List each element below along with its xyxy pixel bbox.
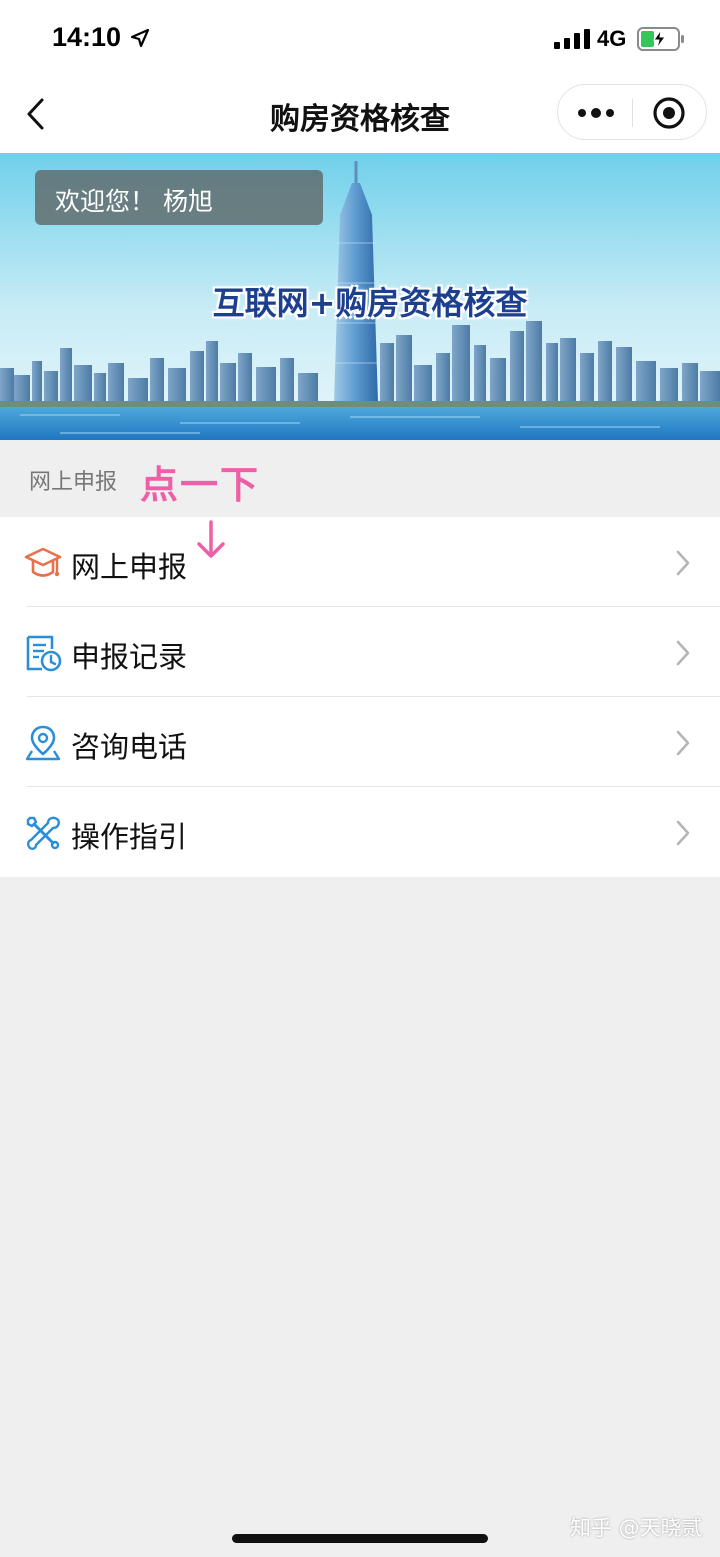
- menu-item-operation-guide[interactable]: 操作指引: [0, 787, 720, 877]
- nav-bar: 购房资格核查: [0, 76, 720, 153]
- menu-item-label: 申报记录: [71, 640, 188, 674]
- menu-item-online-application[interactable]: 网上申报: [0, 517, 720, 607]
- more-dots-icon[interactable]: [574, 99, 618, 127]
- menu-item-hotline[interactable]: 咨询电话: [0, 697, 720, 787]
- capsule-divider: [632, 99, 633, 127]
- signal-icon: [554, 29, 590, 49]
- banner-title: 互联网+购房资格核查: [212, 284, 528, 322]
- status-bar: 14:10 4G: [0, 0, 720, 76]
- watermark: 知乎 @天晓贰: [570, 1516, 703, 1540]
- record-document-icon: [26, 635, 62, 672]
- chevron-right-icon: [676, 550, 690, 576]
- location-pin-icon: [25, 725, 61, 761]
- tools-icon: [26, 816, 60, 850]
- section-title: 网上申报: [29, 470, 118, 495]
- chevron-right-icon: [676, 820, 690, 846]
- welcome-text: 欢迎您！ 杨旭: [55, 187, 213, 216]
- menu-item-label: 操作指引: [71, 820, 188, 854]
- battery-charging-icon: [637, 27, 684, 51]
- menu-list: 网上申报 申报记录 咨询电话 操作指引: [0, 517, 720, 877]
- menu-item-application-records[interactable]: 申报记录: [0, 607, 720, 697]
- welcome-box: 欢迎您！ 杨旭: [35, 170, 323, 225]
- menu-item-label: 网上申报: [71, 550, 188, 584]
- capsule-menu: [557, 84, 707, 140]
- chevron-right-icon: [676, 640, 690, 666]
- page: 14:10 4G 购房资格核查 欢迎您！ 杨旭 互联网+购房资格核查 网上申报 …: [0, 0, 720, 1557]
- network-type: 4G: [597, 26, 627, 51]
- city-banner: 欢迎您！ 杨旭 互联网+购房资格核查: [0, 153, 720, 440]
- location-arrow-icon: [130, 28, 150, 48]
- annotation-arrow-icon: [197, 520, 225, 558]
- chevron-right-icon: [676, 730, 690, 756]
- target-close-icon[interactable]: [652, 96, 686, 130]
- status-time: 14:10: [52, 22, 122, 52]
- annotation-text: 点一下: [140, 463, 261, 507]
- section-header: 网上申报 点一下: [0, 440, 720, 517]
- graduation-cap-icon: [24, 547, 62, 577]
- menu-item-label: 咨询电话: [71, 730, 188, 764]
- home-indicator[interactable]: [232, 1534, 488, 1543]
